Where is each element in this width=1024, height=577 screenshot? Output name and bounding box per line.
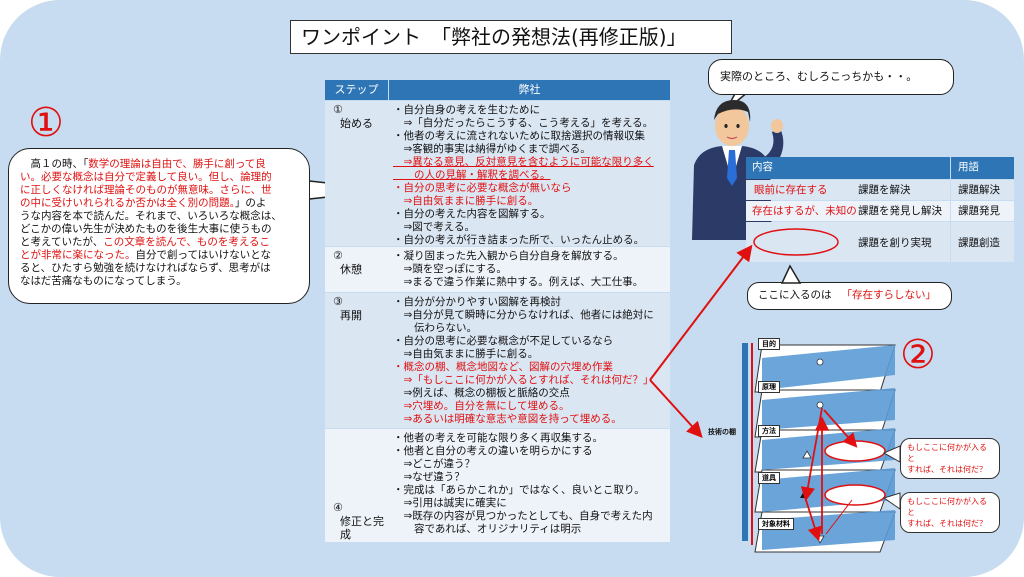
term-table-header-content-label: 内容 [752,161,773,173]
step-text-line: ・自分の思考に必要な概念が不足しているなら [393,335,614,347]
step-text-line: ⇒「もしここに何かが入るとすれば、それは何だ？」 [393,374,654,386]
step-text-line: ・概念の棚、概念地図など、図解の穴埋め作業 [393,361,613,373]
step-text-line: ・他者の考えを可能な限り多く再収集する。 [393,432,603,444]
bubble-text-red: の中に受けいれられるか否かは全く別の問題。 [20,197,235,209]
step-text-line: ・自分の考えた内容を図解する。 [393,208,551,220]
term-row-3-term: 課題創造 [958,237,1000,249]
shelf-label-principle: 原理 [758,381,780,393]
step-text-line: の人の見解・解釈を調べる。 [393,169,551,181]
small-bubble-red: 「存在すらしない」 [841,289,937,301]
step-text-line: ・自分が分かりやすい図解を再検討 [393,296,561,308]
term-row-1-term: 課題解決 [958,184,1000,196]
shelf-bubble-1: もしここに何かが入ると すれば、それは何だ？ [900,438,1000,479]
step-number: ① [333,103,343,116]
shelf-label-method: 方法 [758,425,780,437]
step-text-line: ⇒まるで違う作業に熱中する。例えば、大工仕事。 [393,276,644,288]
step-text-line: ・完成は「あらかこれか」ではなく、良いとこ取り。 [393,484,645,496]
top-bubble-text: 実際のところ、むしろこっちかも・・。 [720,70,918,83]
step-text-line: ⇒なぜ違う？ [393,471,465,483]
bubble-text-line: と考えていたが、 [20,236,104,248]
term-row-1-black: 課題を解決 [858,184,911,196]
shelf-label-material: 対象材料 [758,518,794,530]
bubble-text-line: 」のよ [234,197,267,209]
step-text-line: ⇒頭を空っぽにする。 [393,263,507,275]
term-row-2-red: 存在はするが、未知の [752,205,857,217]
diagram-canvas: ワンポイント 「弊社の発想法(再修正版)」 ① ② 高１の時、「数学の理論は自由… [0,0,1024,577]
shelf-bubble-2: もしここに何かが入ると すれば、それは何だ？ [900,492,1000,533]
step-label: 始める [340,117,373,130]
bubble-text-red: とが非常に楽になった。 [20,249,136,261]
bubble-text-line: なはだ苦痛なものになってしまう。 [20,275,187,287]
shelf-label-purpose: 目的 [758,338,780,350]
step-text-line: ⇒自分が見て瞬時に分からなければ、他者には絶対に [393,309,654,321]
step-text-line: ・自分の考えが行き詰まった所で、いったん止める。 [393,234,645,246]
step-text-line: ・他者と自分の考えの違いを明らかにする [393,445,593,457]
step-text-line: 容であれば、オリジナリティは明示 [393,523,582,535]
step-text-line: ⇒図で考える。 [393,221,475,233]
term-row-2-term: 課題発見 [958,205,1000,217]
table-header-step: ステップ [325,80,388,100]
step-text-line: ⇒既存の内容が見つかったとしても、自身で考えた内 [393,510,653,522]
step-text-line: ⇒自由気ままに勝手に創る。 [393,195,539,207]
step-text-line: ⇒例えば、概念の棚板と脈絡の交点 [393,387,570,399]
bubble-text-red: に正しくなければ理論そのものが無意味。さらに、世 [20,184,272,196]
step-text-line: ・凝り固まった先入観から自分自身を解放する。 [393,250,624,262]
term-row-3-black: 課題を創り実現 [858,237,932,249]
step-text-line: ⇒「自分だったらこうする、こう考える」を考える。 [393,117,654,129]
bubble-text-line: どこかの偉い先生が決めたものを後生大事に使うもの [20,223,272,235]
step-label: 休憩 [340,263,362,276]
step-text-line: ⇒自由気ままに勝手に創る。 [393,348,539,360]
section-number-1: ① [28,100,64,146]
bubble-text-line: 高１の時、「 [20,158,89,170]
step-text-line: ⇒どこが違う？ [393,458,475,470]
step-number: ③ [333,295,343,308]
step-text-line: ⇒客観的事実は納得がゆくまで調べる。 [393,143,591,155]
small-bubble-label: ここに入るのは [758,289,832,301]
term-row-1-red: 眼前に存在する [754,184,828,196]
bubble-text-red: 数学の理論は自由で、勝手に創って良 [88,158,266,170]
step-number: ② [333,249,343,262]
bubble-text-line: ると、ひたすら勉強を続けなければならず、思考がは [20,262,271,274]
term-row-2-black: 課題を発見し解決 [858,205,942,217]
step-text-line: ・自分自身の考えを生むために [393,104,540,116]
step-text-line: ⇒あるいは明確な意志や意図を持って埋める。 [393,413,622,425]
step-text-line: ⇒穴埋め。自分を無にして埋める。 [393,400,570,412]
shelf-side-label: 技術の棚 [708,428,736,436]
step-text-line: ⇒異なる意見、反対意見を含むように可能な限り多く [393,156,654,168]
term-table-header-content [746,157,950,179]
table-header-company: 弊社 [389,80,670,100]
section-number-2: ② [900,332,936,378]
step-number: ④ [333,501,343,514]
page-title: ワンポイント 「弊社の発想法(再修正版)」 [290,20,732,54]
bubble-text-line: うな内容を本で読んだ。それまで、いろいろな概念は、 [20,210,282,222]
term-table-header-term-label: 用語 [958,161,979,173]
step-text-line: 伝わらない。 [393,322,477,334]
small-bubble-text: ここに入るのは 「存在すらしない」 [758,289,936,302]
step-label: 再開 [340,309,362,322]
bubble-text-red: この文章を読んで、ものを考えるこ [103,236,271,248]
bubble-text-red: い。必要な概念は自分で定義して良い。但し、論理的 [20,171,272,183]
shelf-label-tool: 道具 [758,472,780,484]
step-text-line: ・自分の思考に必要な概念が無いなら [393,182,572,194]
step-text-line: ・他者の考えに流されないために取捨選択の情報収集 [393,130,645,142]
bubble-text-line: 自分で創ってはいけないとな [135,249,271,261]
step-text-line: ⇒引用は誠実に確実に [393,497,507,509]
step-label: 修正と完成 [340,515,384,541]
